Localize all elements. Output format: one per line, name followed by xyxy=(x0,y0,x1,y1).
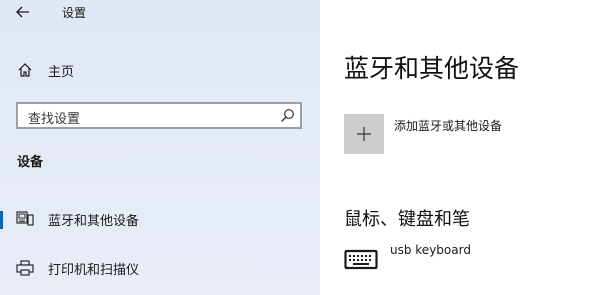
sidebar-item-bluetooth[interactable]: 蓝牙和其他设备 xyxy=(0,203,320,235)
sidebar-item-label: 打印机和扫描仪 xyxy=(48,263,140,278)
main-content: 蓝牙和其他设备 添加蓝牙或其他设备 鼠标、键盘和笔 usb keyboard xyxy=(320,0,600,295)
page-title: 蓝牙和其他设备 xyxy=(344,54,520,83)
back-arrow-icon xyxy=(16,6,29,18)
search-icon[interactable] xyxy=(280,108,295,123)
printer-icon xyxy=(16,260,34,276)
add-device-label[interactable]: 添加蓝牙或其他设备 xyxy=(394,117,502,134)
search-input[interactable]: 查找设置 xyxy=(16,102,302,129)
selection-indicator xyxy=(0,211,3,229)
sidebar: 设置 主页 查找设置 设备 蓝牙和其他设备 打印机和扫描仪 xyxy=(0,0,320,295)
sidebar-item-label: 主页 xyxy=(48,65,75,80)
sidebar-item-printers[interactable]: 打印机和扫描仪 xyxy=(0,252,320,284)
bluetooth-devices-icon xyxy=(16,211,34,226)
keyboard-icon xyxy=(344,249,378,270)
device-name[interactable]: usb keyboard xyxy=(390,243,471,257)
back-button[interactable] xyxy=(13,2,33,22)
window-title: 设置 xyxy=(62,6,87,20)
title-bar: 设置 xyxy=(0,0,320,24)
section-title-mouse-keyboard: 鼠标、键盘和笔 xyxy=(344,209,470,230)
add-device-button[interactable] xyxy=(344,114,384,154)
section-header-devices: 设备 xyxy=(17,155,44,170)
home-icon xyxy=(18,63,32,77)
sidebar-item-label: 蓝牙和其他设备 xyxy=(48,214,140,229)
search-placeholder: 查找设置 xyxy=(28,112,81,127)
plus-icon xyxy=(357,127,371,141)
sidebar-item-home[interactable]: 主页 xyxy=(0,56,320,84)
